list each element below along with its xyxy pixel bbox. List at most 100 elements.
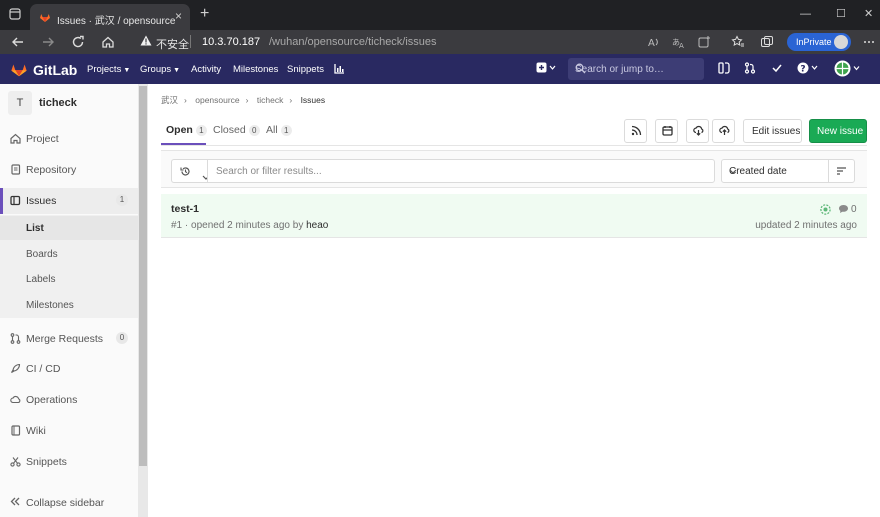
sidebar-scrollbar[interactable] [138, 84, 148, 517]
scrollbar-thumb[interactable] [139, 86, 147, 466]
sidebar-item-wiki[interactable]: Wiki [0, 418, 138, 444]
nav-milestones[interactable]: Milestones [233, 64, 278, 75]
edit-issues-label: Edit issues [752, 126, 801, 137]
window-close-icon[interactable]: ✕ [864, 9, 873, 20]
breadcrumb-group[interactable]: 武汉 [161, 95, 178, 105]
user-avatar-icon[interactable] [834, 60, 862, 77]
nav-activity[interactable]: Activity [191, 64, 221, 75]
edit-issues-button[interactable]: Edit issues [743, 119, 802, 143]
collapse-label: Collapse sidebar [26, 497, 105, 509]
tab-open[interactable]: Open 1 [166, 124, 207, 136]
inprivate-label: InPrivate [796, 37, 832, 47]
tab-actions-icon[interactable] [9, 8, 23, 22]
sidebar-item-label: Snippets [26, 456, 67, 468]
sidebar-item-merge-requests[interactable]: Merge Requests 0 [0, 326, 138, 352]
minimize-icon[interactable]: — [800, 9, 811, 20]
add-favorite-icon[interactable] [697, 35, 711, 49]
double-chevron-left-icon [10, 497, 20, 506]
filter-bar: Search or filter results... Created date [161, 150, 867, 188]
sidebar-item-repository[interactable]: Repository [0, 157, 138, 183]
todos-icon[interactable] [771, 62, 783, 74]
favorites-icon[interactable] [731, 35, 745, 49]
rss-button[interactable] [624, 119, 647, 143]
tab-count-badge: 1 [280, 125, 292, 136]
create-new-icon[interactable] [536, 62, 556, 74]
breadcrumb-current[interactable]: Issues [301, 95, 326, 105]
sidebar-item-project[interactable]: Project [0, 126, 138, 152]
inprivate-button[interactable]: InPrivate [787, 33, 851, 51]
filter-search-input[interactable]: Search or filter results... [207, 159, 715, 183]
issue-title[interactable]: test-1 [171, 203, 199, 215]
tab-label: Closed [213, 124, 246, 136]
home-browser-icon[interactable] [101, 35, 115, 49]
export-button[interactable] [686, 119, 709, 143]
sidebar-subitem-list[interactable]: List [0, 216, 138, 240]
issue-row[interactable]: test-1 #1 · opened 2 minutes ago by heao… [161, 194, 867, 238]
gitlab-brand[interactable]: GitLab [33, 62, 77, 78]
subitem-label: Milestones [26, 300, 74, 311]
url-path: /wuhan/opensource/ticheck/issues [269, 36, 437, 48]
collapse-sidebar-button[interactable]: Collapse sidebar [0, 489, 138, 515]
sidebar-item-issues[interactable]: Issues 1 [0, 188, 138, 214]
home-icon [10, 133, 21, 144]
browser-address-bar: 不安全 10.3.70.187 /wuhan/opensource/tichec… [0, 30, 880, 54]
import-button[interactable] [712, 119, 735, 143]
browser-tab-bar: Issues · 武汉 / opensource / ticheck × + —… [0, 0, 880, 30]
merge-requests-header-icon[interactable] [744, 62, 756, 74]
issue-meta-text: #1 · opened 2 minutes ago by [171, 220, 304, 231]
sidebar-subitem-boards[interactable]: Boards [0, 242, 138, 266]
new-issue-button[interactable]: New issue [809, 119, 867, 143]
issue-author[interactable]: heao [306, 220, 328, 231]
new-tab-icon[interactable]: + [200, 6, 209, 22]
nav-projects[interactable]: Projects ▼ [87, 64, 130, 75]
project-name: ticheck [39, 97, 77, 109]
chevron-down-icon [729, 169, 820, 174]
nav-snippets[interactable]: Snippets [287, 64, 324, 75]
help-icon[interactable]: ? [797, 62, 819, 74]
sidebar-subitem-labels[interactable]: Labels [0, 267, 138, 291]
comments-icon[interactable] [838, 204, 849, 214]
issues-icon [10, 195, 21, 206]
merge-requests-count-badge: 0 [116, 332, 128, 344]
maximize-icon[interactable]: ☐ [836, 9, 846, 20]
analytics-icon[interactable] [334, 63, 345, 74]
merge-request-icon [10, 333, 21, 344]
chevron-down-icon: ▼ [173, 67, 181, 74]
calendar-feed-button[interactable] [655, 119, 678, 143]
issues-count-badge: 1 [116, 194, 128, 206]
tab-all[interactable]: All 1 [266, 124, 292, 136]
translate-icon[interactable]: あA [672, 35, 686, 49]
sidebar-subitem-milestones[interactable]: Milestones [0, 293, 138, 317]
search-icon [575, 63, 698, 74]
more-menu-icon[interactable] [862, 35, 876, 49]
chevron-down-icon: ▼ [123, 67, 131, 74]
recent-searches-button[interactable] [171, 159, 210, 183]
breadcrumb-separator-icon: › [245, 95, 249, 105]
sort-direction-button[interactable] [828, 159, 855, 183]
collections-icon[interactable] [760, 35, 774, 49]
tabs-divider [161, 145, 867, 146]
doc-icon [10, 164, 21, 175]
nav-groups[interactable]: Groups ▼ [140, 64, 180, 75]
subitem-label: Boards [26, 249, 58, 260]
read-aloud-icon[interactable]: A [647, 35, 661, 49]
sidebar-toggle-icon[interactable] [718, 62, 730, 74]
browser-tab-active[interactable]: Issues · 武汉 / opensource / ticheck × [30, 4, 190, 30]
tab-close-icon[interactable]: × [175, 10, 182, 22]
breadcrumb-project[interactable]: ticheck [257, 95, 283, 105]
breadcrumb-subgroup[interactable]: opensource [195, 95, 239, 105]
gitlab-logo-icon[interactable] [10, 61, 28, 77]
sidebar-item-ci-cd[interactable]: CI / CD [0, 356, 138, 382]
refresh-icon[interactable] [71, 35, 85, 49]
back-icon[interactable] [11, 35, 25, 49]
new-issue-label: New issue [817, 126, 864, 137]
sort-dropdown[interactable]: Created date [721, 159, 829, 183]
tab-closed[interactable]: Closed 0 [213, 124, 260, 136]
sidebar-item-operations[interactable]: Operations [0, 387, 138, 413]
sidebar-item-label: Wiki [26, 425, 46, 437]
sidebar-item-snippets[interactable]: Snippets [0, 449, 138, 475]
breadcrumb-separator-icon: › [289, 95, 293, 105]
forward-icon[interactable] [41, 35, 55, 49]
status-gear-icon[interactable] [820, 204, 831, 215]
global-search-input[interactable]: Search or jump to… [568, 58, 704, 80]
